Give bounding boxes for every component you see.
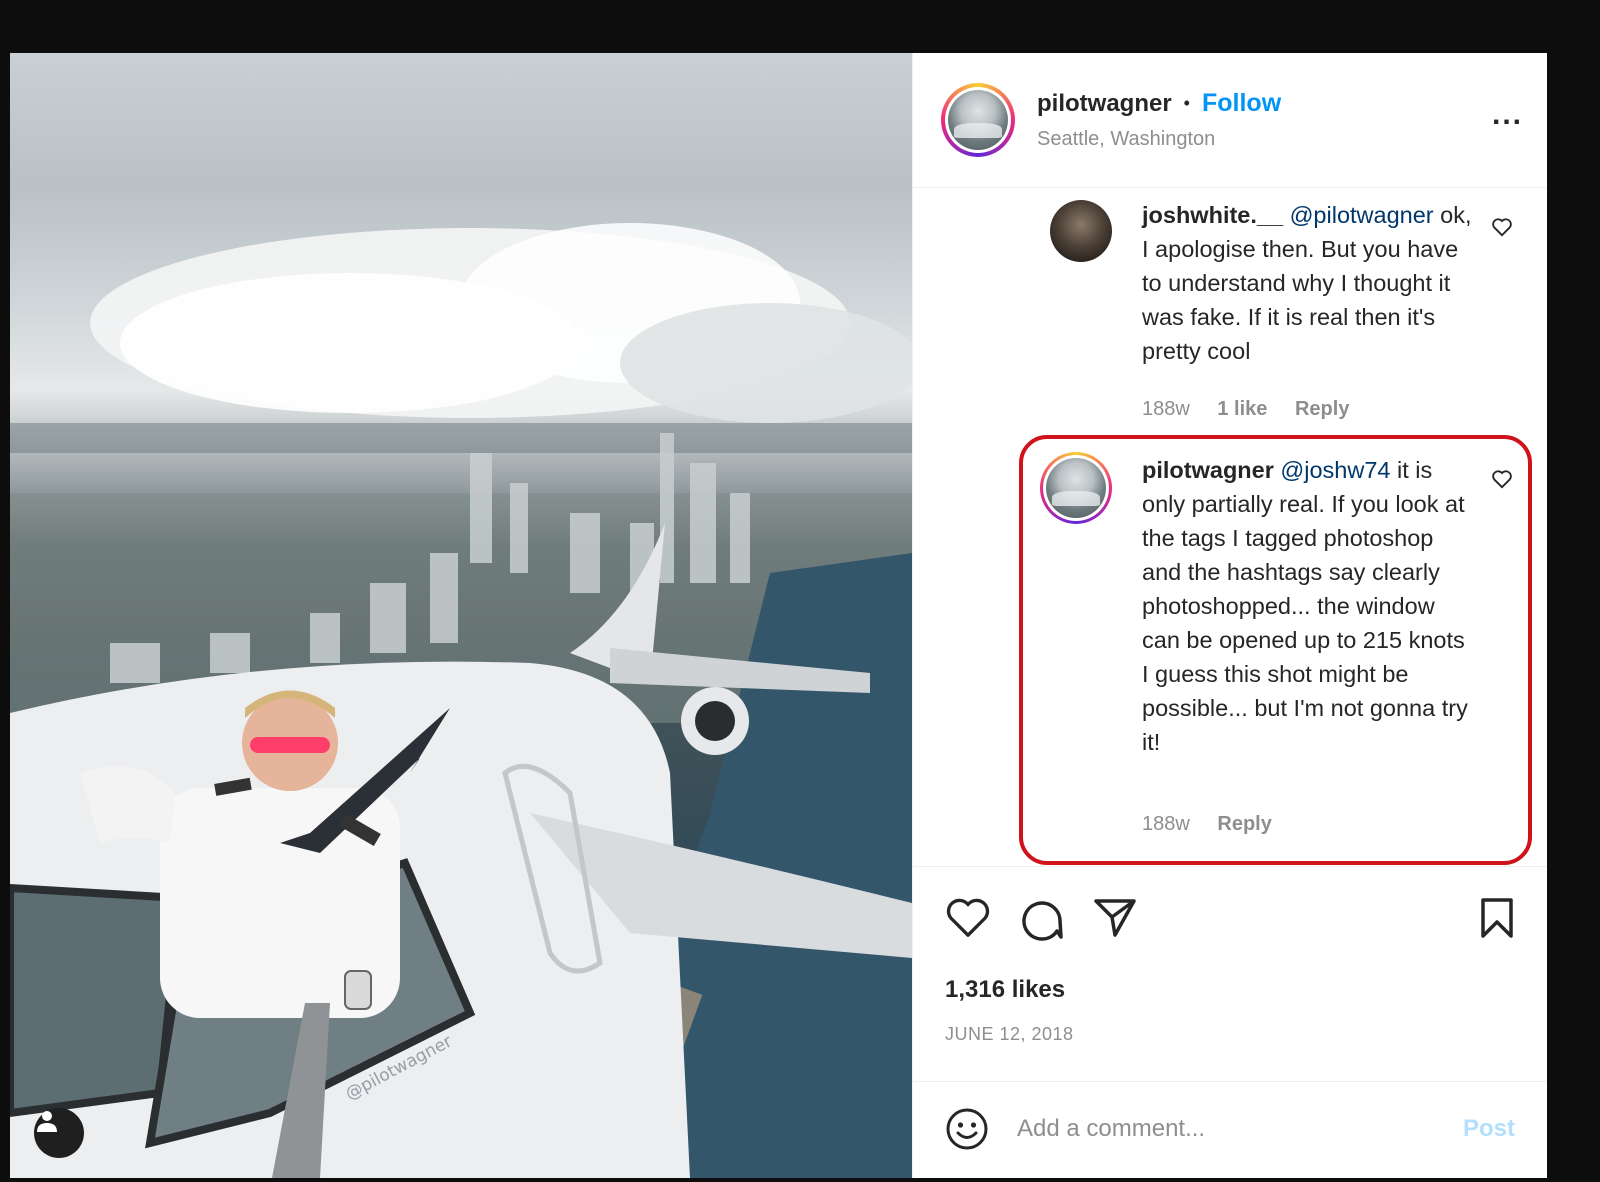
comment-likes-count[interactable]: 1 like xyxy=(1217,398,1267,420)
commenter-username[interactable]: joshwhite.__ xyxy=(1142,202,1283,228)
comment-like-heart-icon[interactable] xyxy=(1491,217,1513,237)
comment-mention[interactable]: @joshw74 xyxy=(1280,457,1390,483)
comment-body: pilotwagner @joshw74 it is only partiall… xyxy=(1142,453,1472,759)
save-bookmark-icon[interactable] xyxy=(1479,897,1515,939)
author-username[interactable]: pilotwagner xyxy=(1037,90,1172,118)
instagram-post: @pilotwagner pilotwagner • Follow Seattl… xyxy=(10,53,1547,1178)
likes-count[interactable]: 1,316 likes xyxy=(945,976,1065,1004)
reply-button[interactable]: Reply xyxy=(1217,813,1271,835)
post-date: JUNE 12, 2018 xyxy=(945,1024,1074,1044)
author-avatar[interactable] xyxy=(941,83,1015,157)
header-text: pilotwagner • Follow Seattle, Washington xyxy=(1037,89,1492,151)
comment-body: joshwhite.__ @pilotwagner ok, I apologis… xyxy=(1142,198,1472,368)
comment-like-heart-icon[interactable] xyxy=(1491,469,1513,489)
add-comment-input[interactable] xyxy=(1017,1115,1463,1143)
comments-list: joshwhite.__ @pilotwagner ok, I apologis… xyxy=(913,188,1547,866)
follow-button[interactable]: Follow xyxy=(1202,89,1281,118)
photo-illustration xyxy=(10,223,912,1178)
comment-age: 188w xyxy=(1142,398,1190,420)
commenter-username[interactable]: pilotwagner xyxy=(1142,457,1274,483)
add-comment-bar: Post xyxy=(913,1081,1547,1176)
like-heart-icon[interactable] xyxy=(945,897,991,939)
reply-button[interactable]: Reply xyxy=(1295,398,1349,420)
comment-bubble-icon[interactable] xyxy=(1019,897,1063,941)
post-actions-section: 1,316 likes JUNE 12, 2018 Post xyxy=(913,866,1547,1176)
post-side-panel: pilotwagner • Follow Seattle, Washington… xyxy=(912,53,1547,1178)
person-icon xyxy=(37,1111,57,1132)
action-bar xyxy=(945,897,1515,947)
more-options-button[interactable]: ... xyxy=(1492,98,1523,142)
post-header: pilotwagner • Follow Seattle, Washington… xyxy=(913,53,1547,188)
comment-mention[interactable]: @pilotwagner xyxy=(1290,202,1434,228)
comment-meta: 188w 1 like Reply xyxy=(1142,398,1371,421)
commenter-avatar[interactable] xyxy=(1040,452,1112,524)
comment-meta: 188w Reply xyxy=(1142,813,1294,836)
comment-text: it is only partially real. If you look a… xyxy=(1142,457,1468,755)
post-location[interactable]: Seattle, Washington xyxy=(1037,128,1492,151)
user-tags-button[interactable] xyxy=(34,1108,84,1158)
comment-age: 188w xyxy=(1142,813,1190,835)
separator-dot: • xyxy=(1183,93,1190,113)
emoji-icon[interactable] xyxy=(945,1107,989,1151)
share-send-icon[interactable] xyxy=(1093,897,1137,939)
post-photo[interactable]: @pilotwagner xyxy=(10,53,912,1178)
commenter-avatar[interactable] xyxy=(1050,200,1112,262)
post-comment-button[interactable]: Post xyxy=(1463,1115,1515,1143)
